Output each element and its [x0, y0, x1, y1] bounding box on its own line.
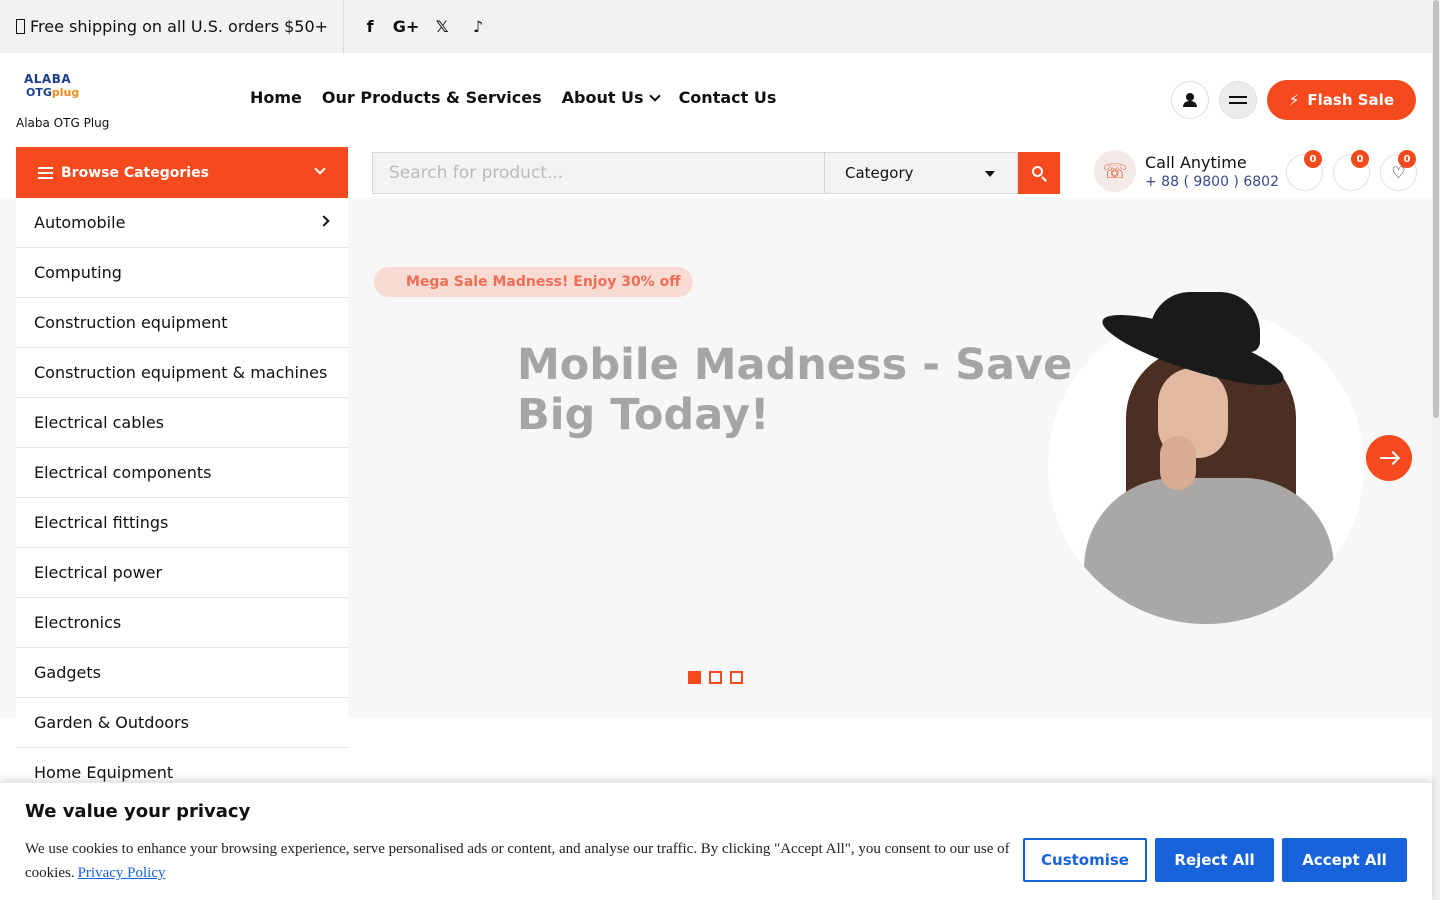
- account-button[interactable]: [1170, 81, 1209, 119]
- page-scrollbar[interactable]: [1432, 0, 1440, 900]
- menu-toggle-button[interactable]: [1218, 81, 1257, 119]
- search-input[interactable]: [372, 152, 824, 194]
- header-actions: ⚡ Flash Sale: [1170, 80, 1416, 120]
- logo-text: Alaba OTG Plug: [16, 116, 110, 130]
- category-item-label: Automobile: [34, 213, 126, 232]
- slider-dot[interactable]: [688, 671, 701, 684]
- promo-pill: Mega Sale Madness! Enjoy 30% off: [374, 267, 693, 297]
- shipping-icon: [16, 19, 25, 34]
- wishlist-button[interactable]: ♡ 0: [1380, 150, 1417, 191]
- category-item[interactable]: Electrical cables: [16, 398, 348, 448]
- browse-categories-button[interactable]: Browse Categories: [16, 147, 348, 198]
- category-item-label: Computing: [34, 263, 122, 282]
- category-item[interactable]: Electrical power: [16, 548, 348, 598]
- category-item[interactable]: Gadgets: [16, 648, 348, 698]
- tiktok-icon[interactable]: ♪: [460, 9, 496, 45]
- compare-count-badge: 0: [1304, 150, 1322, 168]
- user-icon: [1182, 93, 1197, 107]
- category-item[interactable]: Construction equipment & machines: [16, 348, 348, 398]
- nav-products-services[interactable]: Our Products & Services: [322, 88, 542, 107]
- call-title: Call Anytime: [1145, 152, 1247, 172]
- browse-categories-label: Browse Categories: [61, 164, 209, 181]
- top-bar: Free shipping on all U.S. orders $50+ f …: [0, 0, 1432, 53]
- privacy-policy-link[interactable]: Privacy Policy: [78, 865, 166, 881]
- shipping-text: Free shipping on all U.S. orders $50+: [30, 17, 329, 36]
- reject-all-button[interactable]: Reject All: [1155, 838, 1274, 882]
- category-item[interactable]: Garden & Outdoors: [16, 698, 348, 748]
- slider-dot[interactable]: [730, 671, 743, 684]
- cart-count-badge: 0: [1351, 150, 1369, 168]
- category-item-label: Construction equipment & machines: [34, 363, 328, 382]
- call-anytime: ☏ Call Anytime + 88 ( 9800 ) 6802: [1094, 150, 1279, 192]
- phone-icon: ☏: [1094, 150, 1136, 192]
- nav-about-us-label: About Us: [561, 88, 644, 107]
- lightning-icon: ⚡: [1288, 91, 1300, 109]
- search-button[interactable]: [1018, 152, 1060, 194]
- logo-mark-line1: ALABA: [24, 72, 72, 86]
- list-icon: [38, 166, 53, 179]
- category-select[interactable]: Category: [824, 152, 1018, 194]
- category-item[interactable]: Computing: [16, 248, 348, 298]
- slider-dots: [688, 671, 743, 684]
- category-list: Automobile Computing Construction equipmen…: [16, 198, 348, 798]
- chevron-down-icon: [648, 89, 661, 102]
- hat-crown: [1150, 292, 1260, 352]
- cookie-title: We value your privacy: [25, 801, 251, 822]
- category-item-label: Electrical cables: [34, 413, 165, 432]
- cookie-text: We use cookies to enhance your browsing …: [25, 837, 1010, 885]
- flash-sale-button[interactable]: ⚡ Flash Sale: [1266, 80, 1416, 120]
- arrow-right-icon: [1380, 457, 1398, 459]
- category-item[interactable]: Construction equipment: [16, 298, 348, 348]
- hero-title: Mobile Madness - Save Big Today!: [517, 340, 1073, 440]
- nav-about-us[interactable]: About Us: [561, 88, 661, 107]
- caret-down-icon: [985, 171, 995, 177]
- model-hand: [1160, 436, 1196, 490]
- google-plus-icon[interactable]: G+: [388, 9, 424, 45]
- logo-mark: ALABA OTGplug: [24, 70, 126, 108]
- slider-dot[interactable]: [709, 671, 722, 684]
- category-item[interactable]: Electronics: [16, 598, 348, 648]
- menu-lines-icon: [1228, 96, 1247, 104]
- category-item-label: Electrical fittings: [34, 513, 169, 532]
- search-icon: [1031, 165, 1047, 182]
- compare-button[interactable]: 0: [1286, 150, 1323, 191]
- category-item-label: Electrical power: [34, 563, 163, 582]
- main-nav: Home Our Products & Services About Us Co…: [250, 88, 776, 107]
- call-number[interactable]: + 88 ( 9800 ) 6802: [1145, 174, 1279, 190]
- facebook-icon[interactable]: f: [352, 9, 388, 45]
- category-item-label: Construction equipment: [34, 313, 228, 332]
- cookie-message: We use cookies to enhance your browsing …: [25, 841, 1010, 881]
- logo-mark-line2: OTGplug: [26, 86, 80, 99]
- category-item-label: Gadgets: [34, 663, 101, 682]
- accept-all-button[interactable]: Accept All: [1282, 838, 1407, 882]
- flash-sale-label: Flash Sale: [1307, 91, 1394, 109]
- customise-button[interactable]: Customise: [1023, 838, 1147, 882]
- chevron-right-icon: [318, 215, 330, 227]
- search-bar: Category: [372, 152, 1060, 194]
- social-links: f G+ 𝕏 ♪: [352, 9, 496, 45]
- category-select-label: Category: [845, 164, 914, 182]
- chevron-down-icon: [314, 163, 326, 175]
- logo[interactable]: ALABA OTGplug Alaba OTG Plug: [16, 70, 126, 130]
- cart-button[interactable]: 0: [1333, 150, 1370, 191]
- category-item[interactable]: Electrical components: [16, 448, 348, 498]
- header-mini-icons: 0 0 ♡ 0: [1286, 150, 1417, 191]
- nav-contact-us[interactable]: Contact Us: [679, 88, 777, 107]
- model-shirt: [1084, 478, 1334, 624]
- category-item-label: Electrical components: [34, 463, 212, 482]
- shipping-notice: Free shipping on all U.S. orders $50+: [0, 0, 345, 53]
- cookie-banner: We value your privacy We use cookies to …: [0, 782, 1432, 900]
- x-twitter-icon[interactable]: 𝕏: [424, 9, 460, 45]
- category-item-label: Home Equipment: [34, 763, 174, 782]
- nav-home[interactable]: Home: [250, 88, 302, 107]
- category-item[interactable]: Automobile: [16, 198, 348, 248]
- category-item[interactable]: Electrical fittings: [16, 498, 348, 548]
- category-item-label: Garden & Outdoors: [34, 713, 189, 732]
- wishlist-count-badge: 0: [1398, 150, 1416, 168]
- category-item-label: Electronics: [34, 613, 122, 632]
- slider-next-button[interactable]: [1366, 435, 1412, 481]
- scrollbar-thumb[interactable]: [1433, 0, 1439, 418]
